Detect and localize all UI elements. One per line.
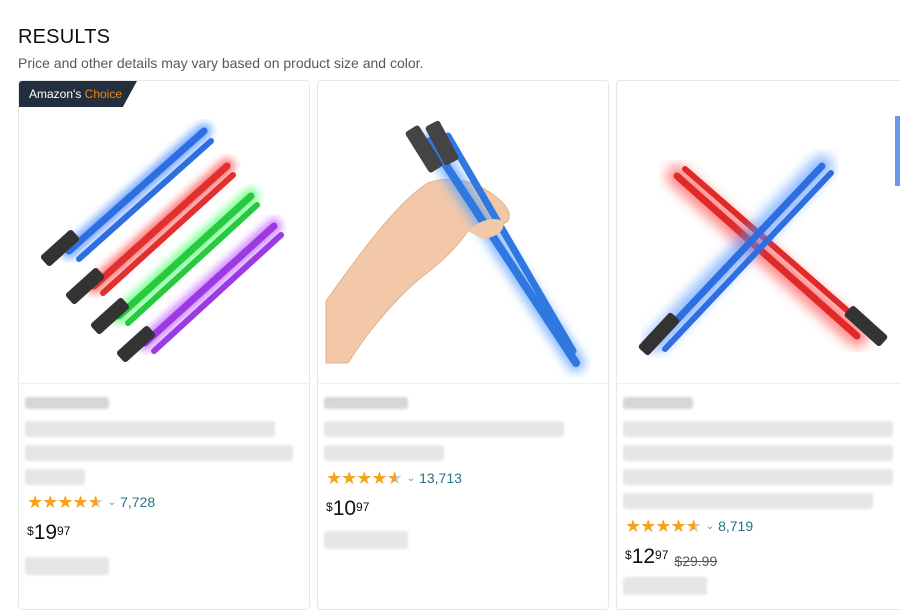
- price-3: $ 12 97 $29.99: [625, 545, 717, 569]
- rating-row-1[interactable]: ★ ★ ★ ★ ★ ⌄ 7,728: [27, 493, 155, 511]
- price-2: $ 10 97: [326, 497, 369, 521]
- price-whole: 12: [631, 545, 656, 568]
- blurred-title-line-2: [623, 445, 893, 461]
- blurred-brand: [623, 397, 693, 409]
- blurred-title-line-2: [324, 445, 444, 461]
- product-image-3[interactable]: [617, 81, 900, 383]
- chevron-down-icon[interactable]: ⌄: [108, 497, 116, 508]
- rating-row-3[interactable]: ★ ★ ★ ★ ★ ⌄ 8,719: [625, 517, 753, 535]
- blurred-title-line-1: [623, 421, 893, 437]
- price-fraction: 97: [356, 500, 370, 514]
- price-1: $ 19 97: [27, 521, 70, 545]
- hand-holding-blue-lightsaber-chopsticks-icon: [325, 120, 585, 372]
- blurred-title-line-1: [25, 421, 275, 437]
- product-card-3[interactable]: ★ ★ ★ ★ ★ ⌄ 8,719 $ 12 97 $29.99: [616, 80, 900, 610]
- blurred-title-line-2: [25, 445, 293, 461]
- blurred-delivery: [623, 577, 707, 595]
- blurred-title-line-3: [25, 469, 85, 485]
- product-image-1[interactable]: [19, 81, 309, 383]
- blurred-delivery: [25, 557, 109, 575]
- price-fraction: 97: [655, 548, 669, 562]
- blurred-brand: [324, 397, 408, 409]
- star-rating: ★ ★ ★ ★ ★: [625, 516, 702, 536]
- blurred-delivery: [324, 531, 408, 549]
- badge-accent: Choice: [84, 87, 123, 101]
- results-subtitle: Price and other details may vary based o…: [18, 55, 424, 71]
- product-card-1[interactable]: Amazon's Choice ★ ★ ★ ★ ★ ⌄ 7,728 $ 19 9…: [18, 80, 310, 610]
- blurred-brand: [25, 397, 109, 409]
- price-currency: $: [27, 524, 34, 538]
- blurred-title-line-3: [623, 469, 893, 485]
- product-image-2[interactable]: [318, 81, 608, 383]
- badge-prefix: Amazon's: [29, 87, 82, 101]
- rating-count[interactable]: 13,713: [419, 470, 462, 486]
- blurred-title-line-4: [623, 493, 873, 509]
- price-currency: $: [625, 548, 632, 562]
- chevron-down-icon[interactable]: ⌄: [407, 473, 415, 484]
- price-whole: 10: [332, 497, 357, 520]
- rating-count[interactable]: 7,728: [120, 494, 155, 510]
- lightsaber-chopsticks-four-colors-icon: [40, 123, 284, 363]
- list-price: $29.99: [674, 553, 718, 569]
- results-title: RESULTS: [18, 26, 111, 48]
- price-whole: 19: [33, 521, 58, 544]
- crossed-red-blue-lightsaber-chopsticks-icon: [638, 116, 900, 356]
- product-card-2[interactable]: ★ ★ ★ ★ ★ ⌄ 13,713 $ 10 97: [317, 80, 609, 610]
- star-rating: ★ ★ ★ ★ ★: [27, 492, 104, 512]
- price-currency: $: [326, 500, 333, 514]
- star-rating: ★ ★ ★ ★ ★: [326, 468, 403, 488]
- chevron-down-icon[interactable]: ⌄: [706, 521, 714, 532]
- rating-row-2[interactable]: ★ ★ ★ ★ ★ ⌄ 13,713: [326, 469, 462, 487]
- blurred-title-line-1: [324, 421, 564, 437]
- price-fraction: 97: [57, 524, 71, 538]
- rating-count[interactable]: 8,719: [718, 518, 753, 534]
- results-header: RESULTS Price and other details may vary…: [18, 26, 423, 71]
